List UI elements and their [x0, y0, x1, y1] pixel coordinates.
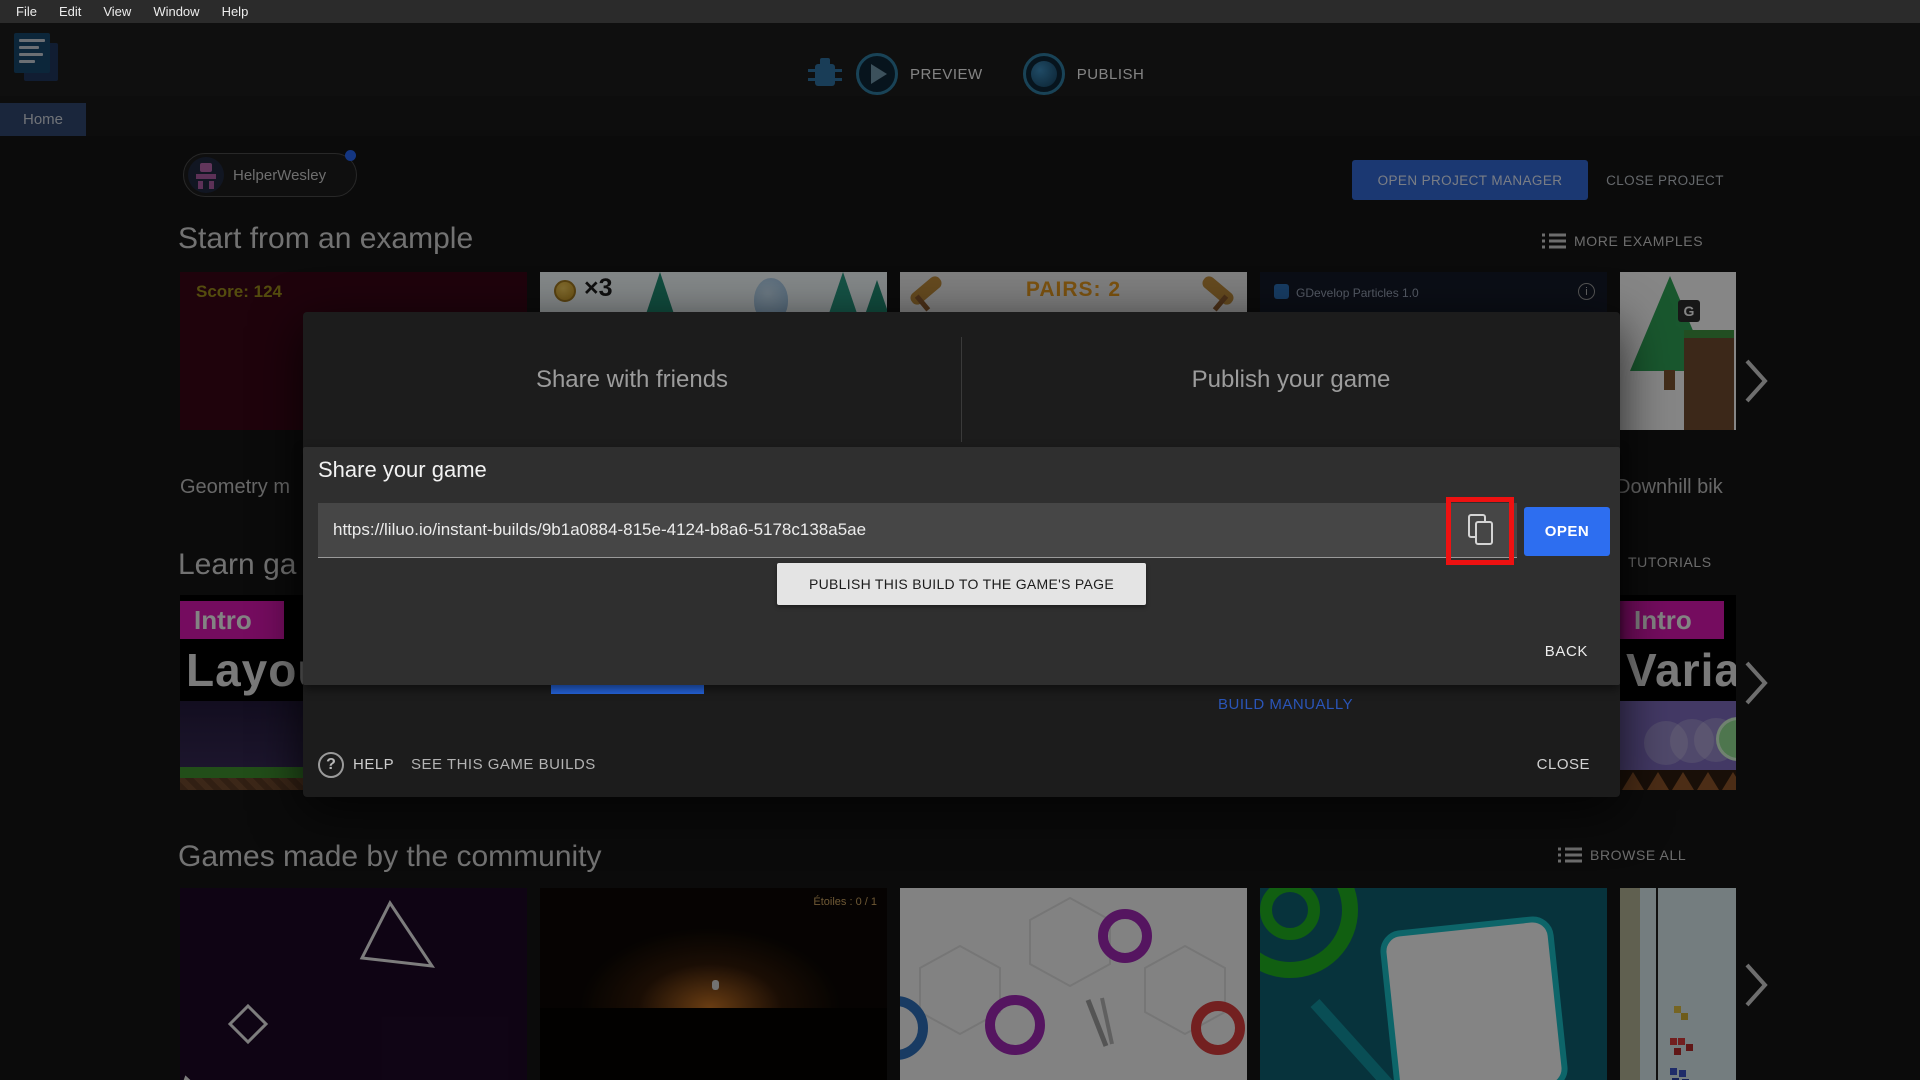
menubar: File Edit View Window Help	[0, 0, 1920, 23]
share-result-panel: Share your game OPEN PUBLISH THIS BUILD …	[303, 447, 1620, 685]
help-button[interactable]: HELP	[353, 756, 394, 773]
menu-view[interactable]: View	[92, 2, 142, 21]
build-manually-button[interactable]: BUILD MANUALLY	[1218, 696, 1353, 713]
build-url-field	[318, 503, 1517, 558]
tab-share-with-friends[interactable]: Share with friends	[303, 312, 961, 447]
menu-file[interactable]: File	[5, 2, 48, 21]
help-icon[interactable]: ?	[318, 752, 344, 778]
annotation-highlight-box	[1446, 497, 1514, 565]
share-dialog: Share with friends Publish your game BUI…	[303, 312, 1620, 797]
tab-divider	[961, 337, 962, 442]
menu-window[interactable]: Window	[142, 2, 210, 21]
app-window: File Edit View Window Help PREVIEW PUBLI…	[0, 0, 1920, 1080]
build-url-input[interactable]	[333, 520, 1457, 540]
menu-help[interactable]: Help	[211, 2, 260, 21]
back-button[interactable]: BACK	[1545, 643, 1588, 660]
tab-publish-your-game[interactable]: Publish your game	[962, 312, 1620, 447]
publish-build-button[interactable]: PUBLISH THIS BUILD TO THE GAME'S PAGE	[777, 563, 1146, 605]
panel-title: Share your game	[318, 457, 487, 482]
see-game-builds-button[interactable]: SEE THIS GAME BUILDS	[411, 756, 596, 773]
tab-indicator-bar	[551, 685, 704, 694]
close-dialog-button[interactable]: CLOSE	[1537, 756, 1590, 773]
open-build-button[interactable]: OPEN	[1524, 507, 1610, 556]
menu-edit[interactable]: Edit	[48, 2, 92, 21]
